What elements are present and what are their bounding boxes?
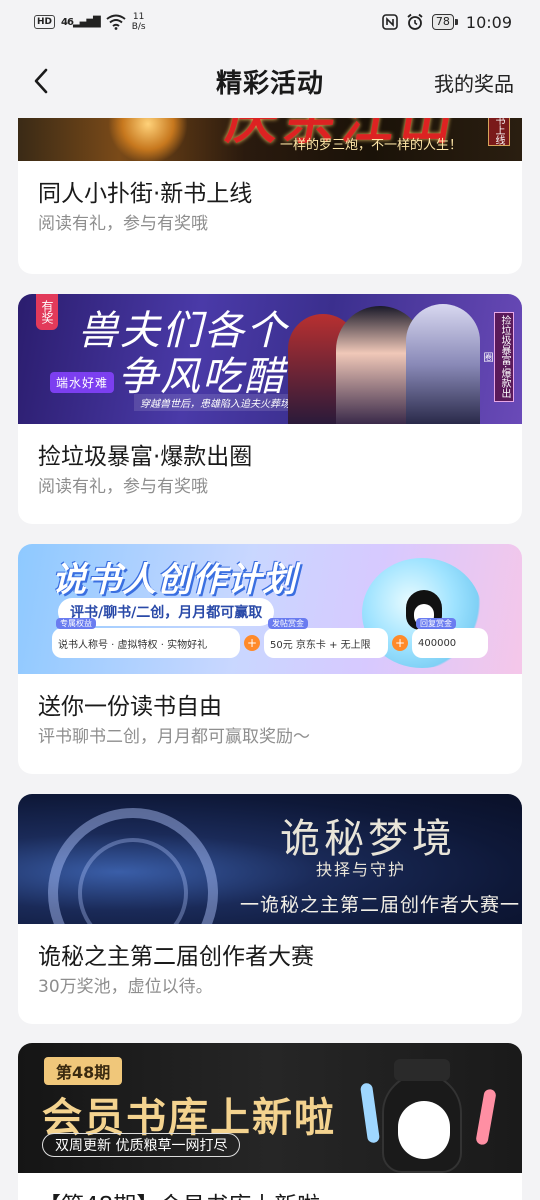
banner-pill: 端水好难 bbox=[50, 372, 115, 393]
reward-chip-text: 说书人称号 · 虚拟特权 · 实物好礼 bbox=[58, 639, 208, 651]
reward-chip: 回复赏金 400000 bbox=[412, 618, 488, 658]
activity-card[interactable]: 庆余江山 一样的罗三炮，不一样的人生！ 新书上线 同人小扑街·新书上线 阅读有礼… bbox=[18, 118, 522, 274]
nfc-icon bbox=[382, 14, 398, 30]
back-button[interactable] bbox=[26, 64, 56, 98]
activity-subtitle: 评书聊书二创，月月都可赢取奖励～ bbox=[38, 727, 310, 747]
page-header: 精彩活动 我的奖品 bbox=[0, 44, 540, 118]
issue-badge: 第48期 bbox=[44, 1057, 123, 1085]
chevron-left-icon bbox=[34, 68, 48, 94]
activity-card[interactable]: 有奖 兽夫们各个 争风吃醋 端水好难 穿越兽世后，患雄陷入追夫火葬场 捡垃圾暴富… bbox=[18, 294, 522, 524]
banner-art bbox=[359, 1082, 381, 1144]
wifi-icon bbox=[106, 14, 126, 30]
penguin-mascot-icon bbox=[382, 1073, 462, 1173]
activity-title: 诡秘之主第二届创作者大赛 bbox=[38, 944, 314, 970]
activity-card[interactable]: 第48期 会员书库上新啦 双周更新 优质粮草一网打尽 【第48期】会员书库上新啦 bbox=[18, 1043, 522, 1200]
banner-tag: 新书上线 bbox=[488, 118, 510, 146]
activity-card[interactable]: 诡秘梦境 抉择与守护 一诡秘之主第二届创作者大赛一 诡秘之主第二届创作者大赛 3… bbox=[18, 794, 522, 1024]
banner-pill: 双周更新 优质粮草一网打尽 bbox=[42, 1133, 241, 1157]
page-title: 精彩活动 bbox=[215, 68, 324, 99]
status-bar: HD 46▂▄▆█ 11 B/s 78 10:09 bbox=[0, 0, 540, 44]
banner-art bbox=[475, 1088, 497, 1146]
reward-chip: 发帖赏金 50元 京东卡 + 无上限 bbox=[264, 618, 388, 658]
activity-card[interactable]: 说书人创作计划 评书/聊书/二创，月月都可赢取 专属权益 说书人称号 · 虚拟特… bbox=[18, 544, 522, 774]
banner-tag: 捡垃圾暴富·爆款出圈 bbox=[481, 312, 514, 402]
activity-title: 捡垃圾暴富·爆款出圈 bbox=[38, 444, 253, 470]
reward-chip-label: 发帖赏金 bbox=[268, 618, 308, 629]
banner-headline: 说书人创作计划 bbox=[52, 560, 297, 600]
activity-subtitle: 30万奖池，虚位以待。 bbox=[38, 977, 213, 997]
plus-icon: + bbox=[244, 635, 260, 651]
banner-slogan: 一样的罗三炮，不一样的人生！ bbox=[280, 138, 463, 153]
hd-icon: HD bbox=[34, 15, 56, 29]
banner-caption: 一诡秘之主第二届创作者大赛一 bbox=[240, 894, 521, 916]
cellular-signal-icon: 46▂▄▆█ bbox=[61, 16, 101, 28]
reward-chip-text: 50元 京东卡 + 无上限 bbox=[270, 639, 371, 651]
banner-subheadline: 抉择与守护 bbox=[316, 860, 407, 879]
reward-chip-text: 400000 bbox=[418, 637, 457, 649]
network-speed: 11 B/s bbox=[131, 12, 146, 32]
activity-banner: 说书人创作计划 评书/聊书/二创，月月都可赢取 专属权益 说书人称号 · 虚拟特… bbox=[18, 544, 522, 674]
activity-banner: 庆余江山 一样的罗三炮，不一样的人生！ 新书上线 bbox=[18, 118, 522, 161]
activity-title: 送你一份读书自由 bbox=[38, 694, 222, 720]
clock: 10:09 bbox=[465, 12, 512, 32]
hat-icon bbox=[394, 1059, 450, 1081]
plus-icon: + bbox=[392, 635, 408, 651]
activity-list[interactable]: 庆余江山 一样的罗三炮，不一样的人生！ 新书上线 同人小扑街·新书上线 阅读有礼… bbox=[0, 118, 540, 1200]
reward-chip: 专属权益 说书人称号 · 虚拟特权 · 实物好礼 bbox=[52, 618, 240, 658]
reward-chip-label: 回复赏金 bbox=[416, 618, 456, 629]
activity-banner: 有奖 兽夫们各个 争风吃醋 端水好难 穿越兽世后，患雄陷入追夫火葬场 捡垃圾暴富… bbox=[18, 294, 522, 424]
alarm-icon bbox=[407, 13, 423, 30]
reward-chip-label: 专属权益 bbox=[56, 618, 96, 629]
reward-row: 专属权益 说书人称号 · 虚拟特权 · 实物好礼 + 发帖赏金 50元 京东卡 … bbox=[52, 618, 492, 658]
banner-art bbox=[108, 118, 188, 161]
my-prizes-link[interactable]: 我的奖品 bbox=[434, 68, 514, 97]
banner-caption: 穿越兽世后，患雄陷入追夫火葬场 bbox=[134, 394, 296, 411]
prize-badge: 有奖 bbox=[36, 294, 58, 330]
battery-icon: 78 bbox=[431, 14, 458, 30]
activity-banner: 诡秘梦境 抉择与守护 一诡秘之主第二届创作者大赛一 bbox=[18, 794, 522, 924]
activity-subtitle: 阅读有礼，参与有奖哦 bbox=[38, 214, 208, 234]
activity-subtitle: 阅读有礼，参与有奖哦 bbox=[38, 477, 208, 497]
activity-title: 同人小扑街·新书上线 bbox=[38, 181, 253, 207]
banner-art bbox=[406, 304, 480, 424]
activity-banner: 第48期 会员书库上新啦 双周更新 优质粮草一网打尽 bbox=[18, 1043, 522, 1173]
activity-title: 【第48期】会员书库上新啦 bbox=[38, 1191, 502, 1200]
